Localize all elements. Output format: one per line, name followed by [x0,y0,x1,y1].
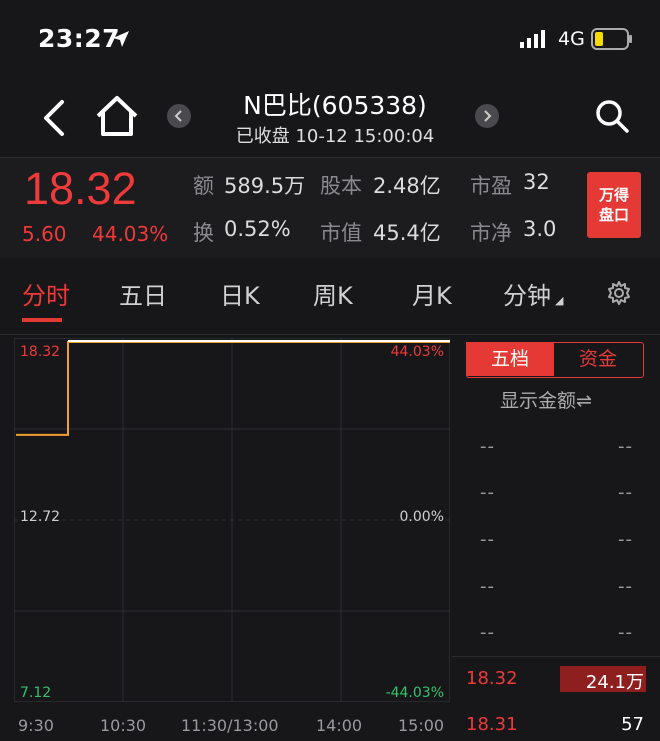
order-volume-5: -- [618,622,633,643]
pct-label-top: 44.03% [391,344,444,360]
order-price-4: -- [480,576,495,597]
market-cap-label: 市值 [320,221,362,245]
signal-icon [520,30,545,48]
y-label-bottom: 7.12 [20,685,51,701]
chevron-right-icon [484,110,492,122]
x-label-1030: 10:30 [100,716,147,735]
prev-stock-button[interactable] [167,104,191,128]
tab-fund-flow[interactable]: 资金 [554,342,642,376]
trade-price-2: 18.31 [466,714,518,735]
pe-value: 32 [523,170,550,194]
tab-monthly-k[interactable]: 月K [412,276,452,311]
market-cap-value: 45.4亿 [373,221,441,245]
toggle-amount-button[interactable]: 显示金额⇌ [500,386,592,413]
tab-weekly-k[interactable]: 周K [313,276,353,311]
market-status: 已收盘 10-12 15:00:04 [235,126,435,147]
trade-volume-1: 24.1万 [585,672,644,693]
amount-value: 589.5万 [224,174,306,198]
price-change-pct: 44.03% [92,222,169,246]
wind-quote-button[interactable]: 万得 盘口 [587,172,641,238]
y-label-mid: 12.72 [20,509,60,525]
pct-label-bottom: -44.03% [386,685,444,701]
pb-value: 3.0 [523,217,557,241]
price-change: 5.60 [22,222,67,246]
order-volume-4: -- [618,576,633,597]
chevron-left-icon [174,110,182,122]
wind-label-bottom: 盘口 [598,206,629,224]
x-label-1130: 11:30/13:00 [181,716,279,735]
battery-icon [591,28,632,50]
x-label-1500: 15:00 [398,716,445,735]
intraday-chart[interactable]: 18.32 12.72 7.12 44.03% 0.00% -44.03% [14,338,450,702]
y-label-top: 18.32 [20,344,60,360]
trade-price-1: 18.32 [466,668,518,689]
amount-label: 额 [193,174,214,198]
chart-grid [14,338,450,702]
active-tab-indicator [22,318,62,322]
order-price-3: -- [480,529,495,550]
pb-label: 市净 [470,221,512,245]
divider [0,334,660,335]
pct-label-mid: 0.00% [400,509,444,525]
stock-title: N巴比(605338) [243,91,427,120]
order-price-1: -- [480,436,495,457]
tab-daily-k[interactable]: 日K [220,276,260,311]
trade-volume-2: 57 [621,714,644,735]
last-price: 18.32 [24,163,137,214]
order-volume-2: -- [618,482,633,503]
order-price-2: -- [480,482,495,503]
price-line [16,341,450,436]
share-capital-label: 股本 [320,174,362,198]
location-arrow-icon [113,31,129,47]
turnover-label: 换 [193,221,214,245]
dropdown-triangle-icon: ◢ [555,294,564,307]
order-volume-3: -- [618,529,633,550]
share-capital-value: 2.48亿 [373,174,441,198]
tab-5day[interactable]: 五日 [119,276,167,311]
divider [452,656,660,657]
next-stock-button[interactable] [475,104,499,128]
status-time: 23:27 [38,24,121,53]
order-volume-1: -- [618,436,633,457]
tab-order-book[interactable]: 五档 [466,342,554,376]
pe-label: 市盈 [470,174,512,198]
search-button[interactable] [594,98,630,134]
back-button[interactable] [38,98,72,138]
x-label-0930: 9:30 [18,716,54,735]
tab-intraday[interactable]: 分时 [22,276,70,311]
tab-minute[interactable]: 分钟 ◢ [503,276,563,311]
order-price-5: -- [480,622,495,643]
wind-label-top: 万得 [598,186,629,204]
x-label-1400: 14:00 [316,716,363,735]
home-button[interactable] [94,94,140,138]
network-type: 4G [558,28,585,50]
settings-gear-icon[interactable] [606,280,632,306]
turnover-value: 0.52% [224,217,291,241]
tab-minute-label: 分钟 [503,282,551,310]
